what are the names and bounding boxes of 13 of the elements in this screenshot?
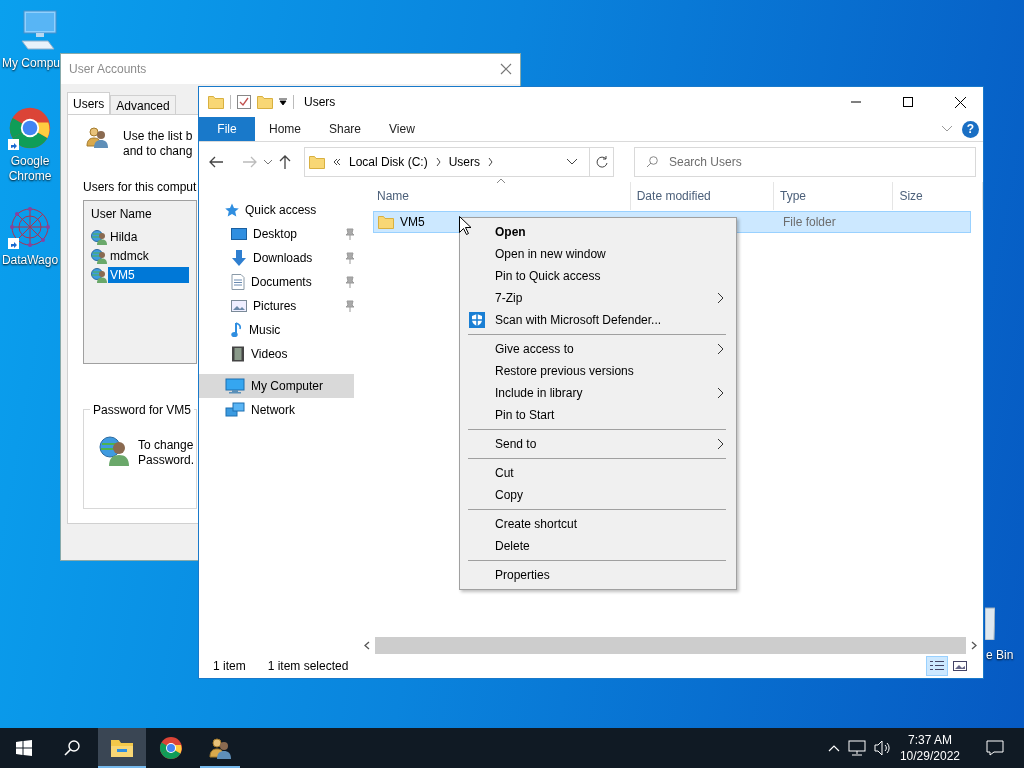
description-text: Password.	[138, 453, 195, 468]
section-label: Users for this comput	[83, 180, 198, 194]
window-title: Users	[304, 95, 337, 109]
column-header: User Name	[91, 207, 153, 221]
description-text: Use the list b	[123, 129, 193, 144]
group-title: Password for VM5	[90, 403, 195, 417]
file-type: File folder	[782, 215, 836, 229]
description-text: and to chang	[123, 144, 193, 159]
status-text: 1 item selected	[267, 659, 349, 673]
description-text: To change	[138, 438, 195, 453]
window-title: User Accounts	[69, 62, 147, 76]
file-name: VM5	[400, 215, 425, 229]
status-text: 1 item	[213, 659, 246, 673]
